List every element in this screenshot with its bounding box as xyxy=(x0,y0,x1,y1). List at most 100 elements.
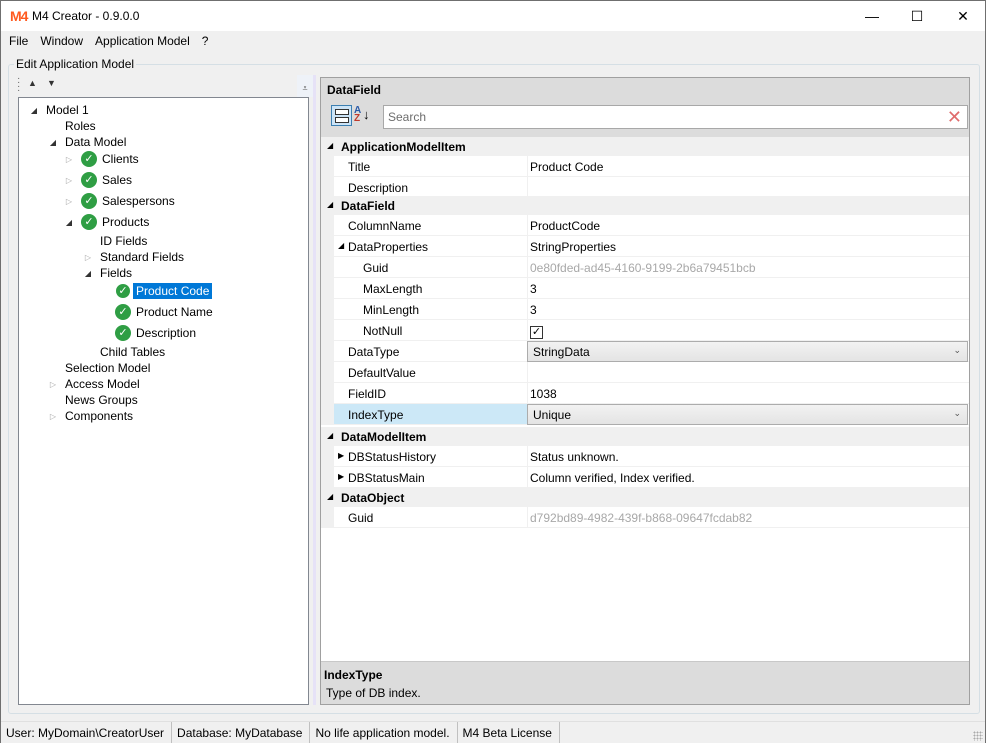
tree-item[interactable]: ✓ Description xyxy=(115,324,196,342)
property-row[interactable]: ▶ DBStatusHistory Status unknown. xyxy=(321,446,969,467)
property-name-text: MaxLength xyxy=(363,282,423,296)
property-value[interactable]: 3 xyxy=(527,278,969,298)
property-row[interactable]: Guid d792bd89-4982-439f-b868-09647fcdab82 xyxy=(321,507,969,528)
tree-item[interactable]: ✓ Product Name xyxy=(115,303,213,321)
categorized-view-button[interactable] xyxy=(331,105,352,126)
collapsed-arrow-icon[interactable]: ▷ xyxy=(64,155,74,164)
property-row[interactable]: ◢ DataProperties StringProperties xyxy=(321,236,969,257)
property-row[interactable]: MinLength 3 xyxy=(321,299,969,320)
property-checkbox[interactable]: ✓ xyxy=(530,326,543,339)
collapsed-arrow-icon[interactable]: ▶ xyxy=(338,451,344,460)
row-gutter xyxy=(321,446,334,466)
toolbar-overflow-button[interactable]: ⩡ xyxy=(297,75,313,97)
tree-item[interactable]: ▷ ✓ Clients xyxy=(66,150,139,168)
property-row[interactable]: Guid 0e80fded-ad45-4160-9199-2b6a79451bcb xyxy=(321,257,969,278)
tree-item-label: Fields xyxy=(100,266,133,280)
title-bar: M4 M4 Creator - 0.9.0.0 — ☐ ✕ xyxy=(1,1,985,31)
tree-item[interactable]: ▷ Components xyxy=(50,407,134,425)
tree-item[interactable]: ◢ Data Model xyxy=(50,133,127,151)
maximize-button[interactable]: ☐ xyxy=(894,1,940,31)
menu-file[interactable]: File xyxy=(3,31,34,51)
property-value[interactable]: 3 xyxy=(527,299,969,319)
property-category[interactable]: ◢ DataField xyxy=(321,196,969,215)
property-value-dropdown[interactable]: StringData ⌄ xyxy=(527,341,968,362)
property-name: MinLength xyxy=(334,299,527,319)
property-value[interactable]: Status unknown. xyxy=(527,446,969,466)
property-value: ✓ xyxy=(527,320,969,340)
property-row[interactable]: DefaultValue xyxy=(321,362,969,383)
property-row[interactable]: IndexType Unique ⌄ xyxy=(321,404,969,425)
check-circle-icon: ✓ xyxy=(81,172,97,188)
property-category[interactable]: ◢ ApplicationModelItem xyxy=(321,137,969,156)
property-name: ▶ DBStatusHistory xyxy=(334,446,527,466)
splitter[interactable] xyxy=(313,75,316,705)
expanded-arrow-icon[interactable]: ◢ xyxy=(327,141,333,150)
menu-help[interactable]: ? xyxy=(196,31,215,51)
expanded-arrow-icon[interactable]: ◢ xyxy=(29,106,39,115)
toolbar-grip-icon[interactable]: · · · · xyxy=(17,74,20,96)
expanded-arrow-icon[interactable]: ◢ xyxy=(338,241,344,250)
menu-application-model[interactable]: Application Model xyxy=(89,31,196,51)
tree-item[interactable]: ◢ Fields xyxy=(85,264,133,282)
property-name-text: DataProperties xyxy=(348,240,429,254)
property-value[interactable]: Product Code xyxy=(527,156,969,176)
property-row[interactable]: MaxLength 3 xyxy=(321,278,969,299)
property-value[interactable]: ProductCode xyxy=(527,215,969,235)
move-up-button[interactable]: ▲ xyxy=(28,78,37,88)
tree-item[interactable]: ▷ ✓ Sales xyxy=(66,171,132,189)
property-search-input[interactable] xyxy=(384,106,934,128)
property-name-text: MinLength xyxy=(363,303,420,317)
property-row[interactable]: ▶ DBStatusMain Column verified, Index veri… xyxy=(321,467,969,488)
property-row[interactable]: Title Product Code xyxy=(321,156,969,177)
expanded-arrow-icon[interactable]: ◢ xyxy=(327,431,333,440)
property-list: ◢ ApplicationModelItem Title Product Code De… xyxy=(321,137,969,665)
property-row[interactable]: NotNull ✓ xyxy=(321,320,969,341)
property-value[interactable]: StringProperties xyxy=(527,236,969,256)
tree-item-label: Components xyxy=(65,409,134,423)
collapsed-arrow-icon[interactable]: ▷ xyxy=(64,197,74,206)
property-row[interactable]: FieldID 1038 xyxy=(321,383,969,404)
tree-item-label: Data Model xyxy=(65,135,127,149)
collapsed-arrow-icon[interactable]: ▷ xyxy=(48,380,58,389)
expanded-arrow-icon[interactable]: ◢ xyxy=(64,218,74,227)
property-row[interactable]: DataType StringData ⌄ xyxy=(321,341,969,362)
resize-grip-icon[interactable] xyxy=(973,731,983,741)
collapsed-arrow-icon[interactable]: ▷ xyxy=(83,253,93,262)
collapsed-arrow-icon[interactable]: ▷ xyxy=(64,176,74,185)
expanded-arrow-icon[interactable]: ◢ xyxy=(327,492,333,501)
property-row[interactable]: Description xyxy=(321,177,969,198)
tree-item-label: Model 1 xyxy=(46,103,89,117)
property-value[interactable]: Column verified, Index verified. xyxy=(527,467,969,487)
tree-item[interactable]: ◢ ✓ Products xyxy=(66,213,149,231)
collapsed-arrow-icon[interactable]: ▷ xyxy=(48,412,58,421)
property-name-text: NotNull xyxy=(363,324,403,338)
property-value[interactable]: 1038 xyxy=(527,383,969,403)
expanded-arrow-icon[interactable]: ◢ xyxy=(83,269,93,278)
property-row[interactable]: ColumnName ProductCode xyxy=(321,215,969,236)
clear-search-icon[interactable]: ✕ xyxy=(947,107,962,127)
tree-item-label: Standard Fields xyxy=(100,250,185,264)
tree-item-label: ID Fields xyxy=(100,234,148,248)
property-value-dropdown[interactable]: Unique ⌄ xyxy=(527,404,968,425)
tree-item[interactable]: ▷ ✓ Salespersons xyxy=(66,192,175,210)
status-database: Database: MyDatabase xyxy=(172,722,311,743)
minimize-button[interactable]: — xyxy=(849,1,895,31)
expanded-arrow-icon[interactable]: ◢ xyxy=(48,138,58,147)
property-name-text: Title xyxy=(348,160,371,174)
collapsed-arrow-icon[interactable]: ▶ xyxy=(338,472,344,481)
property-category[interactable]: ◢ DataObject xyxy=(321,488,969,507)
property-category[interactable]: ◢ DataModelItem xyxy=(321,427,969,446)
close-button[interactable]: ✕ xyxy=(940,1,986,31)
menu-window[interactable]: Window xyxy=(34,31,89,51)
property-value[interactable] xyxy=(527,362,969,382)
tree-item-label: Description xyxy=(136,326,197,340)
row-gutter xyxy=(321,236,334,256)
model-tree[interactable]: ◢ Model 1 Roles ◢ Data Model ▷ ✓ Clients ▷ ✓ Sales… xyxy=(18,97,309,705)
expanded-arrow-icon[interactable]: ◢ xyxy=(327,200,333,209)
property-name: FieldID xyxy=(334,383,527,403)
move-down-button[interactable]: ▼ xyxy=(47,78,56,88)
tree-item[interactable]: ✓ Product Code xyxy=(115,282,213,300)
property-name: ColumnName xyxy=(334,215,527,235)
property-value[interactable] xyxy=(527,177,969,197)
sort-alphabetical-button[interactable]: AZ xyxy=(354,106,361,124)
